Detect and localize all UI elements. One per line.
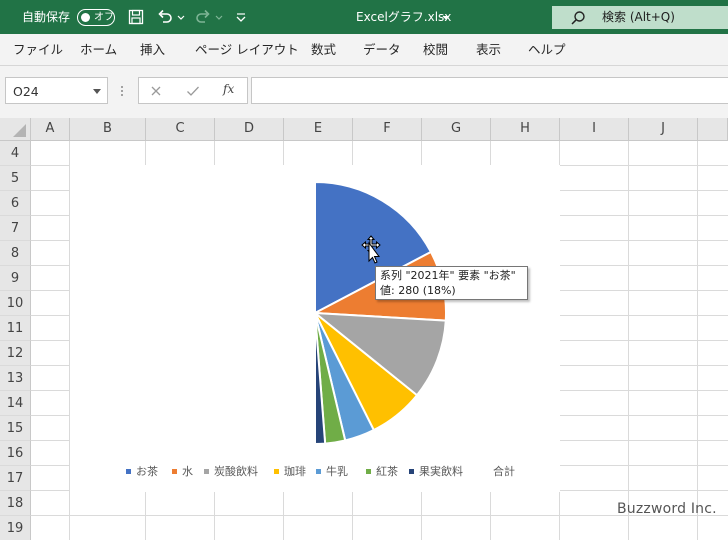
tab-review[interactable]: 校閲	[423, 34, 448, 66]
autosave-toggle[interactable]: オフ	[77, 9, 115, 26]
insert-function-button[interactable]: fx	[223, 82, 234, 96]
tab-data[interactable]: データ	[363, 34, 401, 66]
name-box[interactable]: O24	[5, 77, 108, 104]
move-cursor-icon	[361, 235, 381, 264]
tab-page-layout[interactable]: ページ レイアウト	[195, 34, 299, 66]
row-header-19[interactable]: 19	[0, 516, 31, 540]
legend-label: 水	[182, 465, 193, 478]
select-all-icon	[13, 124, 26, 137]
enter-icon	[187, 86, 199, 96]
legend-swatch	[204, 469, 209, 474]
row-header-14[interactable]: 14	[0, 391, 31, 416]
legend-label: 果実飲料	[419, 465, 463, 478]
row-header-5[interactable]: 5	[0, 166, 31, 191]
tab-file[interactable]: ファイル	[13, 34, 63, 66]
legend-item[interactable]: 合計	[483, 463, 515, 478]
row-header-6[interactable]: 6	[0, 191, 31, 216]
row-header-8[interactable]: 8	[0, 241, 31, 266]
file-name-dropdown-icon[interactable]	[441, 8, 451, 26]
legend-swatch	[483, 469, 488, 474]
column-header-i[interactable]: I	[560, 118, 629, 141]
legend-label: 紅茶	[376, 465, 398, 478]
undo-dropdown-icon[interactable]	[176, 8, 186, 26]
search-box[interactable]: 検索 (Alt+Q)	[552, 6, 728, 29]
cancel-icon	[151, 86, 161, 96]
pie-chart[interactable]	[70, 165, 560, 460]
tab-view[interactable]: 表示	[476, 34, 501, 66]
row-header-12[interactable]: 12	[0, 341, 31, 366]
legend-swatch	[366, 469, 371, 474]
row-header-10[interactable]: 10	[0, 291, 31, 316]
row-header-7[interactable]: 7	[0, 216, 31, 241]
search-text: 検索 (Alt+Q)	[602, 10, 675, 24]
customize-qat-icon[interactable]	[234, 8, 248, 26]
formula-buttons: fx	[138, 77, 248, 104]
legend-item[interactable]: お茶	[126, 463, 158, 478]
toggle-knob	[81, 13, 90, 22]
column-header-a[interactable]: A	[31, 118, 70, 141]
legend-swatch	[409, 469, 414, 474]
tooltip-value-line: 値: 280 (18%)	[380, 284, 456, 297]
file-name[interactable]: Excelグラフ.xlsx	[356, 0, 451, 34]
column-header-c[interactable]: C	[146, 118, 215, 141]
tooltip-series-line: 系列 "2021年" 要素 "お茶"	[380, 269, 516, 282]
column-header-j[interactable]: J	[629, 118, 698, 141]
legend-item[interactable]: 炭酸飲料	[204, 463, 258, 478]
pie-slice-7[interactable]	[184, 182, 315, 444]
column-header-h[interactable]: H	[491, 118, 560, 141]
column-header-g[interactable]: G	[422, 118, 491, 141]
chart-tooltip: 系列 "2021年" 要素 "お茶" 値: 280 (18%)	[375, 266, 528, 300]
legend-label: 牛乳	[326, 465, 348, 478]
select-all-corner[interactable]	[0, 118, 31, 141]
row-header-9[interactable]: 9	[0, 266, 31, 291]
search-icon	[571, 11, 585, 25]
legend-item[interactable]: 紅茶	[366, 463, 398, 478]
title-bar: 自動保存 オフ Excelグラフ.xlsx 検索 (Alt+Q)	[0, 0, 728, 34]
row-header-16[interactable]: 16	[0, 441, 31, 466]
grip-icon[interactable]	[119, 84, 125, 98]
formula-input[interactable]	[251, 77, 728, 104]
legend-item[interactable]: 果実飲料	[409, 463, 463, 478]
row-header-15[interactable]: 15	[0, 416, 31, 441]
formula-bar: O24 fx	[0, 66, 728, 118]
redo-dropdown-icon	[215, 15, 223, 20]
row-header-17[interactable]: 17	[0, 466, 31, 491]
tab-insert[interactable]: 挿入	[140, 34, 165, 66]
name-box-value: O24	[13, 84, 39, 99]
legend-swatch	[274, 469, 279, 474]
redo-icon	[196, 9, 210, 23]
autosave-state: オフ	[94, 12, 114, 23]
column-header-f[interactable]: F	[353, 118, 422, 141]
column-header-e[interactable]: E	[284, 118, 353, 141]
row-header-13[interactable]: 13	[0, 366, 31, 391]
legend-item[interactable]: 珈琲	[274, 463, 306, 478]
tab-home[interactable]: ホーム	[80, 34, 117, 66]
legend-swatch	[172, 469, 177, 474]
legend-label: 炭酸飲料	[214, 465, 258, 478]
name-box-dropdown-icon[interactable]	[93, 89, 101, 94]
row-header-11[interactable]: 11	[0, 316, 31, 341]
legend-label: 合計	[493, 465, 515, 478]
row-header-18[interactable]: 18	[0, 491, 31, 516]
column-header-d[interactable]: D	[215, 118, 284, 141]
row-header-4[interactable]: 4	[0, 141, 31, 166]
chart-area[interactable]: お茶 水 炭酸飲料 珈琲 牛乳 紅茶 果実飲料 合計	[70, 165, 560, 492]
legend-swatch	[126, 469, 131, 474]
legend-item[interactable]: 牛乳	[316, 463, 348, 478]
save-icon[interactable]	[127, 8, 145, 26]
column-header-b[interactable]: B	[70, 118, 146, 141]
legend-label: 珈琲	[284, 465, 306, 478]
tab-help[interactable]: ヘルプ	[528, 34, 566, 66]
legend-label: お茶	[136, 465, 158, 478]
column-header-partial[interactable]	[698, 118, 728, 141]
undo-icon[interactable]	[156, 8, 174, 26]
ribbon-tabs: ファイル ホーム 挿入 ページ レイアウト 数式 データ 校閲 表示 ヘルプ	[0, 34, 728, 66]
chart-legend[interactable]: お茶 水 炭酸飲料 珈琲 牛乳 紅茶 果実飲料 合計	[70, 463, 560, 478]
autosave-label: 自動保存	[22, 10, 71, 24]
legend-swatch	[316, 469, 321, 474]
watermark: Buzzword Inc.	[617, 501, 717, 517]
tab-formulas[interactable]: 数式	[311, 34, 336, 66]
legend-item[interactable]: 水	[172, 463, 193, 478]
